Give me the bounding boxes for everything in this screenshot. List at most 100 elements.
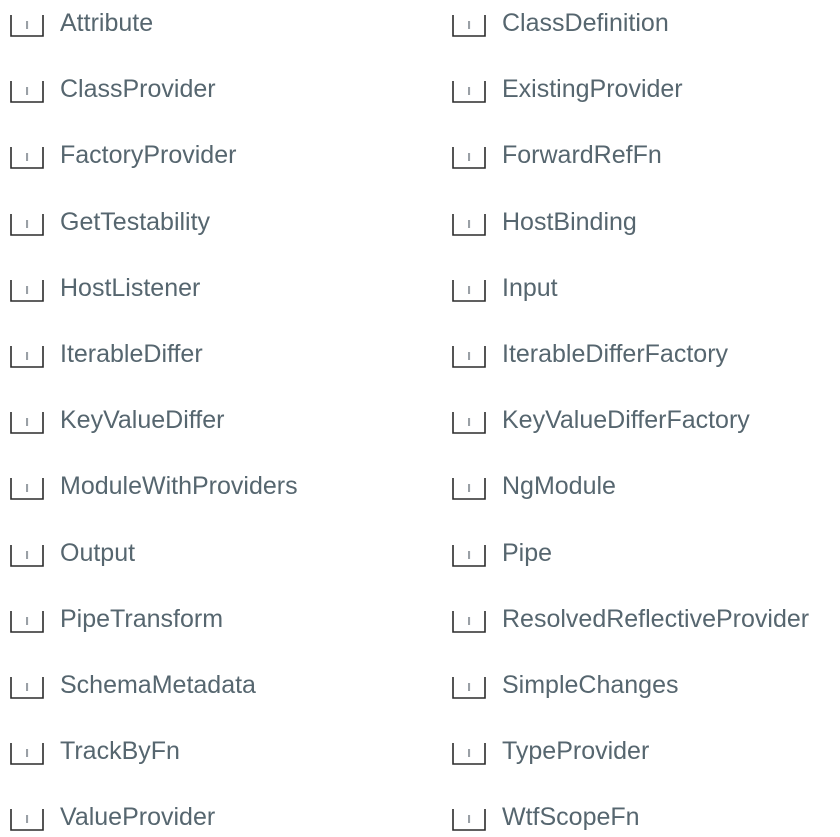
interface-icon-letter: I — [25, 482, 29, 495]
interface-icon-letter: I — [25, 416, 29, 429]
api-item-label: KeyValueDifferFactory — [502, 406, 750, 435]
interface-icon-letter: I — [25, 85, 29, 98]
api-item-attribute[interactable]: I Attribute — [10, 3, 153, 43]
interface-icon-letter: I — [467, 19, 471, 32]
api-item-track-by-fn[interactable]: I TrackByFn — [10, 731, 180, 771]
api-item-output[interactable]: I Output — [10, 533, 135, 573]
interface-icon: I — [452, 9, 486, 37]
api-item-label: NgModule — [502, 472, 616, 501]
interface-icon: I — [10, 539, 44, 567]
interface-icon: I — [452, 406, 486, 434]
api-item-factory-provider[interactable]: I FactoryProvider — [10, 135, 236, 175]
interface-icon: I — [10, 671, 44, 699]
interface-icon: I — [452, 472, 486, 501]
api-item-class-provider[interactable]: I ClassProvider — [10, 69, 216, 109]
api-item-label: WtfScopeFn — [502, 803, 640, 832]
api-item-label: ExistingProvider — [502, 75, 683, 104]
api-item-label: Pipe — [502, 538, 553, 567]
api-item-label: SimpleChanges — [502, 671, 679, 699]
api-item-label: Input — [502, 273, 558, 302]
interface-icon: I — [452, 274, 486, 302]
interface-icon: I — [452, 671, 486, 699]
api-item-label: HostListener — [60, 273, 201, 302]
api-item-simple-changes[interactable]: I SimpleChanges — [452, 665, 679, 705]
interface-icon-letter: I — [25, 151, 29, 164]
api-item-host-binding[interactable]: I HostBinding — [452, 202, 637, 242]
interface-icon-letter: I — [467, 681, 471, 694]
interface-icon-letter: I — [467, 218, 471, 231]
api-item-input[interactable]: I Input — [452, 268, 558, 308]
interface-icon: I — [452, 737, 486, 765]
interface-icon: I — [452, 208, 486, 236]
api-item-label: Output — [60, 538, 136, 567]
api-item-label: ClassDefinition — [502, 9, 669, 37]
interface-icon: I — [452, 75, 486, 103]
api-item-label: PipeTransform — [60, 604, 224, 633]
api-item-label: ValueProvider — [60, 803, 216, 832]
api-item-label: ForwardRefFn — [502, 141, 662, 170]
interface-icon-letter: I — [25, 218, 29, 231]
api-item-label: Attribute — [60, 9, 154, 37]
api-item-forward-ref-fn[interactable]: I ForwardRefFn — [452, 135, 662, 175]
api-item-label: SchemaMetadata — [60, 671, 256, 699]
interface-icon: I — [10, 9, 44, 37]
interface-icon: I — [10, 340, 44, 368]
interface-icon-letter: I — [467, 813, 471, 826]
interface-icon: I — [10, 406, 44, 434]
api-item-ng-module[interactable]: I NgModule — [452, 466, 616, 506]
interface-icon: I — [452, 803, 486, 832]
api-item-schema-metadata[interactable]: I SchemaMetadata — [10, 665, 256, 705]
interface-icon: I — [10, 75, 44, 103]
api-item-get-testability[interactable]: I GetTestability — [10, 202, 210, 242]
interface-icon: I — [452, 141, 486, 170]
api-item-resolved-reflective-provider[interactable]: I ResolvedReflectiveProvider — [452, 599, 809, 639]
api-item-type-provider[interactable]: I TypeProvider — [452, 731, 649, 771]
api-item-key-value-differ[interactable]: I KeyValueDiffer — [10, 400, 224, 440]
interface-icon: I — [10, 472, 44, 501]
interface-icon: I — [10, 274, 44, 302]
api-item-label: IterableDiffer — [60, 340, 203, 368]
api-item-iterable-differ-factory[interactable]: I IterableDifferFactory — [452, 334, 728, 374]
api-item-pipe[interactable]: I Pipe — [452, 533, 552, 573]
api-item-label: GetTestability — [60, 207, 211, 236]
api-item-value-provider[interactable]: I ValueProvider — [10, 797, 215, 837]
interface-icon: I — [10, 737, 44, 765]
interface-icon-letter: I — [25, 681, 29, 694]
interface-icon: I — [10, 141, 44, 170]
interface-icon-letter: I — [25, 615, 29, 628]
api-item-label: ClassProvider — [60, 75, 216, 104]
interface-icon-letter: I — [467, 85, 471, 98]
interface-icon-letter: I — [25, 813, 29, 826]
interface-icon-letter: I — [467, 482, 471, 495]
api-item-label: TypeProvider — [502, 737, 650, 766]
interface-icon-letter: I — [467, 284, 471, 297]
interface-icon-letter: I — [467, 151, 471, 164]
interface-icon-letter: I — [25, 284, 29, 297]
interface-icon-letter: I — [467, 350, 471, 363]
interface-icon-letter: I — [467, 549, 471, 562]
api-item-label: TrackByFn — [60, 737, 180, 766]
interface-icon-letter: I — [467, 416, 471, 429]
api-item-label: FactoryProvider — [60, 141, 237, 170]
interface-icon: I — [10, 803, 44, 832]
api-item-host-listener[interactable]: I HostListener — [10, 268, 200, 308]
api-list: I Attribute I ClassDefinition I ClassProvider… — [0, 0, 840, 833]
interface-icon: I — [452, 340, 486, 368]
api-item-key-value-differ-factory[interactable]: I KeyValueDifferFactory — [452, 400, 750, 440]
api-item-label: IterableDifferFactory — [502, 340, 729, 368]
api-item-wtf-scope-fn[interactable]: I WtfScopeFn — [452, 797, 640, 837]
interface-icon: I — [452, 539, 486, 567]
interface-icon-letter: I — [467, 747, 471, 760]
interface-icon: I — [10, 208, 44, 236]
api-item-existing-provider[interactable]: I ExistingProvider — [452, 69, 683, 109]
api-item-label: ResolvedReflectiveProvider — [502, 604, 810, 633]
api-item-label: HostBinding — [502, 207, 637, 236]
api-item-pipe-transform[interactable]: I PipeTransform — [10, 599, 223, 639]
interface-icon-letter: I — [25, 350, 29, 363]
api-item-module-with-providers[interactable]: I ModuleWithProviders — [10, 466, 298, 506]
interface-icon-letter: I — [25, 549, 29, 562]
interface-icon-letter: I — [25, 747, 29, 760]
api-item-iterable-differ[interactable]: I IterableDiffer — [10, 334, 203, 374]
api-item-class-definition[interactable]: I ClassDefinition — [452, 3, 669, 43]
api-item-label: KeyValueDiffer — [60, 406, 225, 435]
